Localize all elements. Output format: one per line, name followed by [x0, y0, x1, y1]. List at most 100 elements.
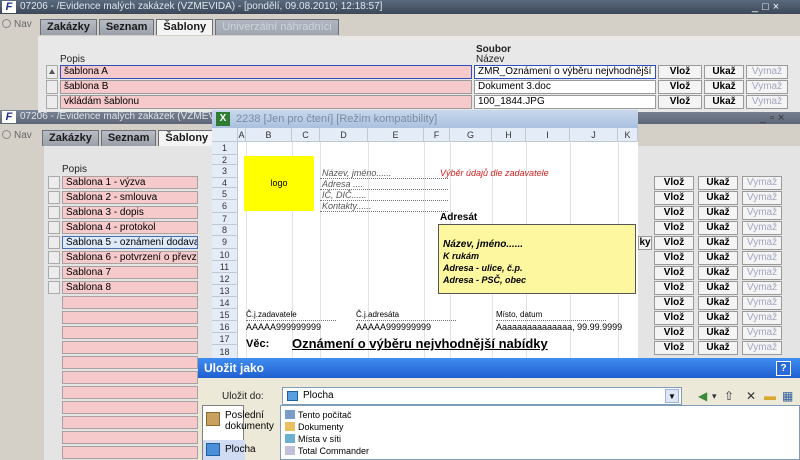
contact-line[interactable]: IČ, DIČ......: [322, 190, 367, 200]
minimize-icon[interactable]: _: [760, 111, 766, 125]
ukaz-button[interactable]: Ukaž: [698, 251, 738, 265]
list-item[interactable]: Místa v síti: [285, 434, 341, 444]
popis-field[interactable]: šablona A: [60, 65, 472, 79]
ukaz-button[interactable]: Ukaž: [698, 221, 738, 235]
adresat-label[interactable]: Adresát: [440, 212, 477, 223]
contact-line[interactable]: Kontakty......: [322, 201, 371, 211]
row-marker[interactable]: [48, 236, 60, 249]
cj-zadavatele-label[interactable]: Č.j.zadavatele: [246, 310, 297, 319]
vymaz-button[interactable]: Vymaž: [742, 236, 782, 250]
nav-button[interactable]: Nav: [2, 130, 32, 141]
row-header[interactable]: 3: [212, 165, 238, 178]
vloz-button[interactable]: Vlož: [658, 65, 702, 79]
empty-row[interactable]: [62, 371, 198, 384]
row-marker[interactable]: [48, 191, 60, 204]
row-header[interactable]: 5: [212, 188, 238, 200]
ukaz-button[interactable]: Ukaž: [698, 236, 738, 250]
ukaz-button[interactable]: Ukaž: [698, 176, 738, 190]
ukaz-button[interactable]: Ukaž: [698, 326, 738, 340]
nav-button[interactable]: Nav: [2, 19, 32, 30]
ukaz-button[interactable]: Ukaž: [704, 80, 744, 94]
empty-row[interactable]: [62, 386, 198, 399]
misto-datum-value[interactable]: Aaaaaaaaaaaaaaa, 99.99.9999: [496, 322, 622, 332]
ukaz-button[interactable]: Ukaž: [698, 281, 738, 295]
empty-row[interactable]: [62, 401, 198, 414]
column-header[interactable]: G: [450, 128, 492, 142]
vymaz-button[interactable]: Vymaž: [746, 65, 788, 79]
new-folder-icon[interactable]: ▬: [764, 390, 776, 402]
delete-icon[interactable]: ✕: [746, 390, 756, 402]
vloz-button[interactable]: Vlož: [654, 326, 694, 340]
cj-adresata-value[interactable]: AAAAA999999999: [356, 322, 431, 332]
column-header[interactable]: J: [570, 128, 618, 142]
minimize-icon[interactable]: _: [752, 0, 758, 14]
vloz-button[interactable]: Vlož: [654, 266, 694, 280]
list-item[interactable]: Šablona 4 - protokol: [62, 221, 198, 234]
vloz-button[interactable]: Vlož: [654, 281, 694, 295]
vec-heading[interactable]: Oznámení o výběru nejvhodnější nabídky: [292, 336, 548, 351]
ukaz-button[interactable]: Ukaž: [698, 206, 738, 220]
row-header[interactable]: 11: [212, 261, 238, 273]
logo-placeholder[interactable]: logo: [244, 156, 314, 211]
ukaz-button[interactable]: Ukaž: [704, 95, 744, 109]
contact-line[interactable]: Adresa ....: [322, 179, 363, 189]
vloz-button[interactable]: Vlož: [654, 176, 694, 190]
column-header[interactable]: H: [492, 128, 526, 142]
row-header[interactable]: 7: [212, 213, 238, 225]
vymaz-button[interactable]: Vymaž: [742, 176, 782, 190]
vymaz-button[interactable]: Vymaž: [742, 266, 782, 280]
close-icon[interactable]: ×: [778, 111, 784, 125]
vymaz-button[interactable]: Vymaž: [746, 95, 788, 109]
list-item[interactable]: Šablona 6 - potvrzení o převzetí: [62, 251, 198, 264]
ukaz-button[interactable]: Ukaž: [698, 191, 738, 205]
list-item[interactable]: Šablona 2 - smlouva: [62, 191, 198, 204]
views-icon[interactable]: ▦: [782, 390, 793, 402]
row-header[interactable]: 6: [212, 200, 238, 213]
vloz-button[interactable]: Vlož: [654, 311, 694, 325]
row-header[interactable]: 2: [212, 155, 238, 165]
soubor-field[interactable]: Dokument 3.doc: [474, 80, 656, 94]
empty-row[interactable]: [62, 446, 198, 459]
vloz-button[interactable]: Vlož: [654, 221, 694, 235]
row-header[interactable]: 12: [212, 273, 238, 285]
tab-seznam[interactable]: Seznam: [100, 130, 157, 146]
close-icon[interactable]: ×: [773, 0, 779, 14]
vymaz-button[interactable]: Vymaž: [742, 326, 782, 340]
lookin-select[interactable]: Plocha ▼: [282, 387, 682, 405]
row-header[interactable]: 15: [212, 309, 238, 321]
row-marker[interactable]: [48, 251, 60, 264]
vloz-button[interactable]: Vlož: [654, 251, 694, 265]
tab-zakazky[interactable]: Zakázky: [40, 19, 97, 35]
vloz-button[interactable]: Vlož: [654, 191, 694, 205]
places-desktop[interactable]: Plocha: [203, 440, 256, 460]
ukaz-button[interactable]: Ukaž: [698, 311, 738, 325]
vymaz-button[interactable]: Vymaž: [742, 221, 782, 235]
vymaz-button[interactable]: Vymaž: [742, 206, 782, 220]
column-header[interactable]: E: [368, 128, 424, 142]
list-item[interactable]: Tento počítač: [285, 410, 352, 420]
row-header[interactable]: 4: [212, 178, 238, 188]
vymaz-button[interactable]: Vymaž: [742, 191, 782, 205]
soubor-field[interactable]: ZMR_Oznámení o výběru nejvhodnější nabíd…: [474, 65, 656, 79]
empty-row[interactable]: [62, 296, 198, 309]
column-header[interactable]: B: [246, 128, 292, 142]
vloz-button[interactable]: Vlož: [654, 341, 694, 355]
row-marker[interactable]: [46, 95, 58, 109]
list-item[interactable]: Šablona 1 - výzva: [62, 176, 198, 189]
list-item-selected[interactable]: Šablona 5 - oznámení dodavateli: [62, 236, 198, 249]
main-window-titlebar[interactable]: 07206 - /Evidence malých zakázek (VZMEVI…: [0, 0, 800, 14]
tab-seznam[interactable]: Seznam: [98, 19, 155, 35]
row-marker[interactable]: [46, 65, 58, 79]
sheet-corner[interactable]: [212, 128, 238, 142]
back-arrow-icon[interactable]: ◀: [698, 390, 707, 402]
empty-row[interactable]: [62, 341, 198, 354]
row-marker[interactable]: [48, 176, 60, 189]
misto-datum-label[interactable]: Místo, datum: [496, 310, 542, 319]
maximize-icon[interactable]: □: [762, 0, 769, 14]
tab-sablony[interactable]: Šablony: [156, 19, 214, 35]
row-marker[interactable]: [48, 206, 60, 219]
popis-field[interactable]: šablona B: [60, 80, 472, 94]
row-marker[interactable]: [48, 221, 60, 234]
help-button[interactable]: ?: [776, 361, 791, 376]
vloz-button[interactable]: Vlož: [654, 296, 694, 310]
